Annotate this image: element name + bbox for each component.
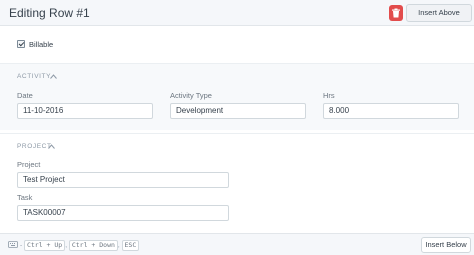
task-input[interactable]: TASK00007	[17, 205, 229, 221]
project-section-title: PROJECT	[17, 143, 52, 150]
project-section-header[interactable]: PROJECT	[0, 133, 474, 159]
shortcut-separator: -	[20, 242, 23, 249]
hrs-input[interactable]: 8.000	[323, 103, 459, 119]
billable-label: Billable	[29, 40, 54, 49]
editor-title: Editing Row #1	[9, 6, 90, 20]
activity-section-title: ACTIVITY	[17, 73, 52, 80]
shortcut-key: ESC	[121, 240, 140, 251]
billable-checkbox[interactable]	[17, 40, 25, 48]
activity-type-input[interactable]: Development	[170, 103, 306, 119]
date-input[interactable]: 11-10-2016	[17, 103, 153, 119]
project-input[interactable]: Test Project	[17, 172, 229, 188]
keyboard-shortcuts: - Ctrl + Up, Ctrl + Down, ESC	[20, 240, 140, 251]
project-label: Project	[17, 160, 41, 169]
hrs-label: Hrs	[323, 91, 335, 100]
task-label: Task	[17, 193, 33, 202]
shortcut-key: Ctrl + Up	[23, 240, 66, 251]
activity-section-header[interactable]: ACTIVITY	[0, 63, 474, 89]
trash-icon	[392, 8, 400, 18]
date-label: Date	[17, 91, 33, 100]
chevron-up-icon[interactable]	[50, 74, 57, 79]
chevron-up-icon[interactable]	[48, 144, 55, 149]
shortcut-key: Ctrl + Down	[68, 240, 118, 251]
insert-above-button[interactable]: Insert Above	[406, 4, 472, 22]
keyboard-icon	[8, 241, 18, 248]
row-editor-header: Editing Row #1 Insert Above	[0, 0, 474, 26]
row-editor-footer: - Ctrl + Up, Ctrl + Down, ESC Insert Bel…	[0, 233, 474, 255]
activity-type-label: Activity Type	[170, 91, 212, 100]
delete-row-button[interactable]	[389, 5, 403, 21]
insert-below-button[interactable]: Insert Below	[421, 237, 471, 253]
